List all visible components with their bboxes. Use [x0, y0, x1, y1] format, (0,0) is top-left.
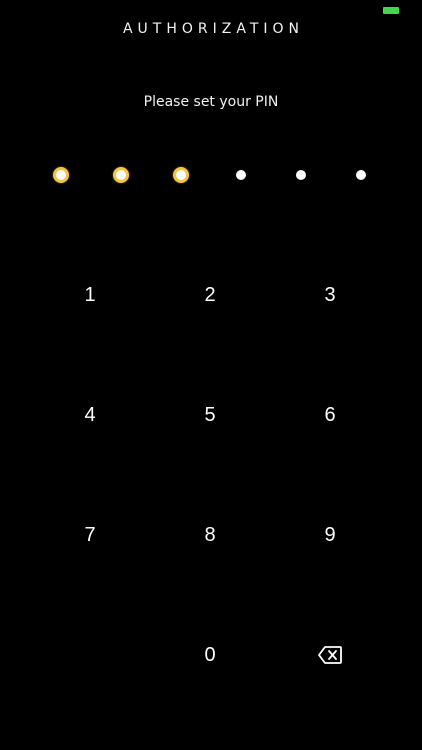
key-5[interactable]: 5: [165, 385, 255, 445]
key-4[interactable]: 4: [45, 385, 135, 445]
key-6[interactable]: 6: [285, 385, 375, 445]
pin-dot-empty: [236, 170, 246, 180]
pin-dot-empty: [296, 170, 306, 180]
pin-dot-filled: [113, 167, 129, 183]
key-1[interactable]: 1: [45, 265, 135, 325]
key-3[interactable]: 3: [285, 265, 375, 325]
pin-dot-empty: [356, 170, 366, 180]
key-7[interactable]: 7: [45, 505, 135, 565]
pin-dot-filled: [53, 167, 69, 183]
pin-indicator: [0, 167, 422, 183]
key-0[interactable]: 0: [165, 625, 255, 685]
backspace-icon: [318, 646, 342, 664]
pin-prompt: Please set your PIN: [143, 94, 279, 110]
key-2[interactable]: 2: [165, 265, 255, 325]
page-title: AUTHORIZATION: [122, 21, 305, 37]
battery-indicator: [383, 7, 399, 14]
backspace-button[interactable]: [285, 625, 375, 685]
key-9[interactable]: 9: [285, 505, 375, 565]
key-8[interactable]: 8: [165, 505, 255, 565]
pin-dot-filled: [173, 167, 189, 183]
